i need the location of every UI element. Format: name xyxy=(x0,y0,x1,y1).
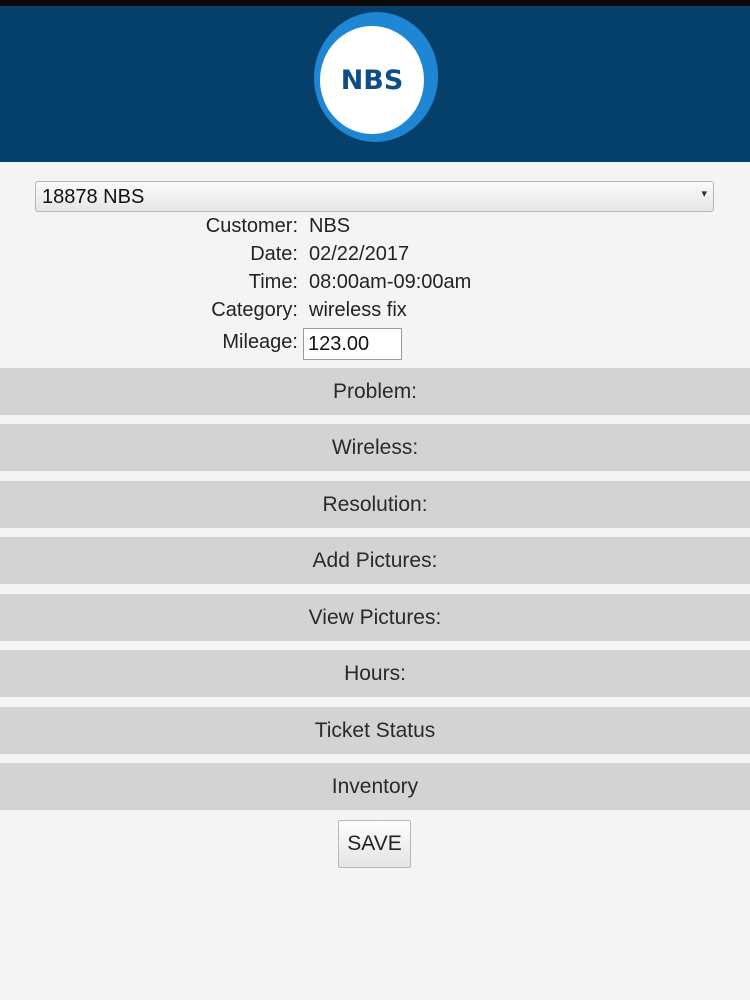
logo-text: NBS xyxy=(340,64,404,96)
ticket-select-value: 18878 NBS xyxy=(42,186,145,208)
customer-value: NBS xyxy=(309,215,351,237)
time-label: Time: xyxy=(248,271,298,293)
dropdown-arrow-icon: ▾ xyxy=(701,188,707,200)
category-label: Category: xyxy=(211,299,298,321)
customer-label: Customer: xyxy=(205,215,298,237)
section-inventory[interactable]: Inventory xyxy=(0,763,750,810)
section-hours[interactable]: Hours: xyxy=(0,650,750,697)
section-wireless[interactable]: Wireless: xyxy=(0,424,750,471)
date-row: Date: 02/22/2017 xyxy=(0,243,750,271)
mileage-input[interactable] xyxy=(303,328,402,360)
ticket-select[interactable]: 18878 NBS ▾ xyxy=(35,181,714,212)
section-resolution[interactable]: Resolution: xyxy=(0,481,750,528)
category-value: wireless fix xyxy=(309,299,407,321)
customer-row: Customer: NBS xyxy=(0,215,750,243)
section-add-pictures[interactable]: Add Pictures: xyxy=(0,537,750,584)
mileage-label: Mileage: xyxy=(222,331,298,353)
time-row: Time: 08:00am-09:00am xyxy=(0,271,750,299)
section-problem[interactable]: Problem: xyxy=(0,368,750,415)
section-ticket-status[interactable]: Ticket Status xyxy=(0,707,750,754)
category-row: Category: wireless fix xyxy=(0,299,750,327)
nbs-logo: NBS xyxy=(320,26,424,134)
app-header: NBS xyxy=(0,4,750,162)
date-value: 02/22/2017 xyxy=(309,243,410,265)
time-value: 08:00am-09:00am xyxy=(309,271,472,293)
mileage-row: Mileage: xyxy=(0,328,750,360)
date-label: Date: xyxy=(250,243,298,265)
section-view-pictures[interactable]: View Pictures: xyxy=(0,594,750,641)
save-button[interactable]: SAVE xyxy=(338,820,411,868)
ticket-form: 18878 NBS ▾ Customer: NBS Date: 02/22/20… xyxy=(0,162,750,1000)
